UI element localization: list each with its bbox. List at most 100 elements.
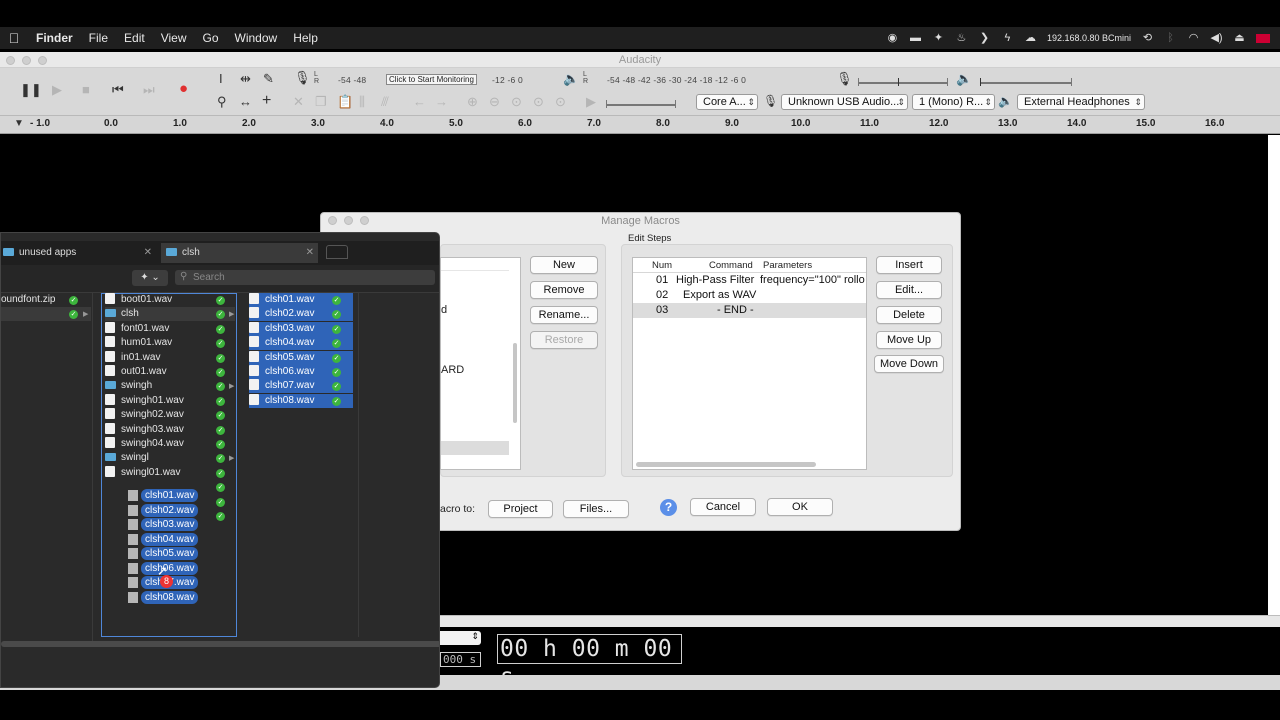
close-button[interactable]: [6, 56, 15, 65]
search-input[interactable]: Search: [175, 270, 435, 285]
selection-time-field[interactable]: 000 s: [440, 652, 481, 667]
play-at-speed-icon[interactable]: ▶: [586, 94, 596, 110]
envelope-tool-icon[interactable]: ⇹: [240, 71, 251, 87]
undo-icon[interactable]: ←: [413, 94, 426, 109]
steps-hscrollbar[interactable]: [636, 462, 816, 467]
help-icon[interactable]: ?: [660, 499, 677, 516]
tab-unused-apps[interactable]: unused apps ✕: [1, 243, 156, 263]
dropbox-menu-icon[interactable]: ✦ ⌄: [132, 270, 168, 286]
close-tab-icon[interactable]: ✕: [144, 243, 152, 263]
flame-icon[interactable]: ♨: [955, 32, 968, 44]
zoom-button[interactable]: [38, 56, 47, 65]
redo-icon[interactable]: →: [435, 94, 448, 109]
macro-item[interactable]: d: [441, 304, 447, 316]
minimize-button[interactable]: [22, 56, 31, 65]
move-down-button[interactable]: Move Down: [874, 355, 944, 373]
trim-icon[interactable]: ⫼: [359, 94, 365, 110]
fit-project-icon[interactable]: ⊙: [533, 94, 544, 110]
play-icon[interactable]: ▶: [52, 82, 62, 98]
playhead-icon[interactable]: ▼: [14, 118, 24, 129]
move-up-button[interactable]: Move Up: [876, 331, 942, 349]
cancel-button[interactable]: Cancel: [690, 498, 756, 516]
selection-tool-icon[interactable]: I: [219, 71, 223, 86]
macros-list-scrollbar[interactable]: [513, 343, 517, 423]
eject-icon[interactable]: ⏏: [1233, 32, 1246, 44]
macro-item[interactable]: ARD: [441, 364, 464, 376]
input-volume-knob[interactable]: [898, 78, 899, 86]
menu-finder[interactable]: Finder: [28, 31, 81, 45]
steps-list[interactable]: Num Command Parameters 01 High-Pass Filt…: [632, 257, 867, 470]
bolt-icon[interactable]: ϟ: [1001, 32, 1014, 44]
input-volume-slider[interactable]: [858, 78, 948, 86]
zoom-in-icon[interactable]: ⊕: [467, 94, 478, 110]
speaker-icon[interactable]: 🔈: [563, 71, 579, 87]
apply-files-button[interactable]: Files...: [563, 500, 629, 518]
insert-step-button[interactable]: Insert: [876, 256, 942, 274]
stop-icon[interactable]: ■: [82, 82, 90, 97]
record-status-icon[interactable]: ◉: [886, 32, 899, 44]
snap-select[interactable]: ⇕: [440, 631, 481, 645]
menu-view[interactable]: View: [153, 31, 195, 45]
skip-end-icon[interactable]: ⏭: [143, 82, 155, 98]
cloud-icon[interactable]: ☁: [1024, 32, 1037, 44]
paste-icon[interactable]: 📋: [337, 94, 353, 110]
macros-list[interactable]: d ARD: [440, 257, 521, 470]
macro-item-selected[interactable]: [441, 441, 509, 455]
time-machine-icon[interactable]: ⟲: [1141, 32, 1154, 44]
multi-tool-icon[interactable]: +: [262, 92, 271, 110]
timeshift-tool-icon[interactable]: ↔: [239, 94, 252, 109]
folder-status-icon[interactable]: ▬: [909, 32, 922, 44]
close-tab-icon[interactable]: ✕: [306, 243, 314, 263]
dropbox-icon[interactable]: ✦: [932, 32, 945, 44]
draw-tool-icon[interactable]: ✎: [263, 71, 274, 87]
step-row[interactable]: 01 High-Pass Filter frequency="100" roll…: [633, 273, 866, 288]
skip-start-icon[interactable]: ⏮: [112, 82, 124, 98]
recording-device-select[interactable]: Unknown USB Audio...: [781, 94, 908, 110]
apply-project-button[interactable]: Project: [488, 500, 553, 518]
edit-step-button[interactable]: Edit...: [876, 281, 942, 299]
chevron-right-icon[interactable]: ❯: [978, 32, 991, 44]
step-row[interactable]: 02 Export as WAV: [633, 288, 866, 303]
fit-selection-icon[interactable]: ⊙: [511, 94, 522, 110]
menu-help[interactable]: Help: [285, 31, 326, 45]
new-tab-button[interactable]: [326, 245, 348, 259]
restore-macro-button[interactable]: Restore: [530, 331, 598, 349]
flag-icon[interactable]: [1256, 33, 1270, 43]
remove-macro-button[interactable]: Remove: [530, 281, 598, 299]
ok-button[interactable]: OK: [767, 498, 833, 516]
cut-icon[interactable]: ✕: [293, 94, 304, 110]
audio-position-timer[interactable]: 00 h 00 m 00 s: [497, 634, 682, 690]
zoom-tool-icon[interactable]: ⚲: [217, 94, 227, 110]
volume-icon[interactable]: ◀): [1210, 32, 1223, 44]
zoom-out-icon[interactable]: ⊖: [489, 94, 500, 110]
output-volume-slider[interactable]: [980, 78, 1072, 86]
copy-icon[interactable]: ❐: [315, 94, 327, 110]
bluetooth-icon[interactable]: ᛒ: [1164, 32, 1177, 44]
playback-device-select[interactable]: External Headphones: [1017, 94, 1145, 110]
apple-icon[interactable]: : [0, 30, 28, 46]
new-macro-button[interactable]: New: [530, 256, 598, 274]
audio-host-select[interactable]: Core A...: [696, 94, 758, 110]
rename-macro-button[interactable]: Rename...: [530, 306, 598, 324]
monitor-button[interactable]: Click to Start Monitoring: [386, 74, 477, 85]
timeline-ruler[interactable]: ▼ - 1.0 0.0 1.0 2.0 3.0 4.0 5.0 6.0 7.0 …: [0, 116, 1280, 134]
menu-window[interactable]: Window: [227, 31, 286, 45]
pause-icon[interactable]: ❚❚: [20, 82, 42, 98]
column-command[interactable]: Command: [709, 260, 753, 271]
menu-file[interactable]: File: [81, 31, 116, 45]
wifi-icon[interactable]: ◠: [1187, 32, 1200, 44]
microphone-icon[interactable]: 🎙: [294, 70, 311, 86]
play-speed-slider[interactable]: [606, 100, 676, 108]
output-volume-knob[interactable]: [980, 78, 981, 86]
menu-go[interactable]: Go: [195, 31, 227, 45]
ip-label[interactable]: 192.168.0.80 BCmini: [1047, 33, 1131, 43]
column-parameters[interactable]: Parameters: [763, 260, 812, 271]
menu-edit[interactable]: Edit: [116, 31, 153, 45]
step-row-selected[interactable]: 03 - END -: [633, 303, 866, 318]
finder-hscrollbar[interactable]: [1, 641, 439, 647]
channels-select[interactable]: 1 (Mono) R...: [912, 94, 995, 110]
track-scrollbar[interactable]: [1268, 135, 1280, 615]
record-icon[interactable]: ●: [179, 80, 188, 97]
tab-clsh[interactable]: clsh ✕: [161, 243, 318, 263]
column-num[interactable]: Num: [652, 260, 672, 271]
